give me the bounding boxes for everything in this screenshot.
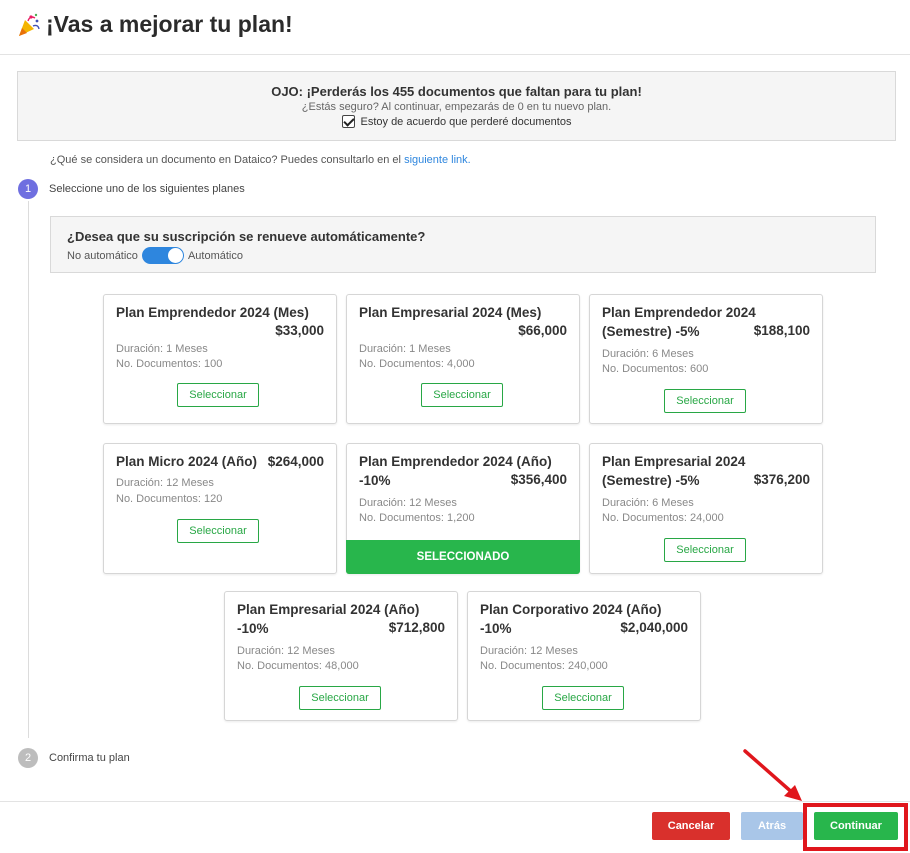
step-connector [28, 201, 29, 738]
plan-price: $33,000 [275, 323, 324, 338]
plan-documents: No. Documentos: 24,000 [602, 512, 724, 524]
party-popper-icon [19, 13, 40, 36]
documents-info: ¿Qué se considera un documento en Dataic… [50, 154, 471, 166]
plan-card-selected[interactable]: Plan Emprendedor 2024 (Año) -10% $356,40… [346, 443, 580, 574]
select-plan-button[interactable]: Seleccionar [421, 383, 503, 407]
plan-documents: No. Documentos: 120 [116, 493, 223, 505]
plan-card[interactable]: Plan Emprendedor 2024 (Semestre) -5% $18… [589, 294, 823, 424]
plan-documents: No. Documentos: 100 [116, 358, 223, 370]
cancel-button[interactable]: Cancelar [652, 812, 730, 840]
plan-price: $712,800 [388, 620, 445, 635]
select-plan-button[interactable]: Seleccionar [664, 389, 746, 413]
plan-name: Plan Emprendedor 2024 (Mes) [116, 305, 309, 320]
plan-price: $2,040,000 [620, 620, 688, 635]
plan-card[interactable]: Plan Empresarial 2024 (Semestre) -5% $37… [589, 443, 823, 574]
plan-price: $264,000 [267, 454, 324, 469]
step-1-label: Seleccione uno de los siguientes planes [49, 183, 245, 195]
plan-documents: No. Documentos: 4,000 [359, 358, 475, 370]
plan-duration: Duración: 12 Meses [359, 497, 457, 509]
plan-card[interactable]: Plan Corporativo 2024 (Año) -10% $2,040,… [467, 591, 701, 721]
plan-name-line-1: Plan Corporativo 2024 (Año) [480, 602, 662, 617]
auto-renew-toggle-row: No automático Automático [67, 247, 243, 264]
plan-card[interactable]: Plan Micro 2024 (Año) $264,000 Duración:… [103, 443, 337, 574]
plan-name-line-1: Plan Emprendedor 2024 (Año) [359, 454, 552, 469]
plan-duration: Duración: 12 Meses [237, 645, 335, 657]
plan-duration: Duración: 1 Meses [359, 343, 451, 355]
select-plan-button[interactable]: Seleccionar [664, 538, 746, 562]
agree-checkbox-row[interactable]: Estoy de acuerdo que perderé documentos [18, 115, 895, 128]
plan-name-line-2: (Semestre) -5% [602, 324, 700, 339]
plan-price: $376,200 [753, 472, 810, 487]
plan-price: $356,400 [510, 472, 567, 487]
plan-name-line-1: Plan Emprendedor 2024 [602, 305, 756, 320]
auto-renew-question: ¿Desea que su suscripción se renueve aut… [67, 229, 426, 244]
plan-name-line-2: -10% [359, 473, 391, 488]
plan-duration: Duración: 6 Meses [602, 497, 694, 509]
step-2-label: Confirma tu plan [49, 752, 130, 764]
plan-duration: Duración: 1 Meses [116, 343, 208, 355]
red-arrow-icon [743, 749, 802, 801]
plan-duration: Duración: 12 Meses [480, 645, 578, 657]
back-button[interactable]: Atrás [741, 812, 803, 840]
plan-name: Plan Micro 2024 (Año) [116, 454, 258, 469]
plan-card[interactable]: Plan Empresarial 2024 (Mes) $66,000 Dura… [346, 294, 580, 424]
select-plan-button[interactable]: Seleccionar [299, 686, 381, 710]
toggle-on-label: Automático [187, 249, 243, 262]
auto-renew-toggle[interactable] [141, 247, 184, 264]
plan-name: Plan Empresarial 2024 (Mes) [359, 305, 542, 320]
plan-documents: No. Documentos: 48,000 [237, 660, 359, 672]
plan-documents: No. Documentos: 240,000 [480, 660, 608, 672]
info-link[interactable]: siguiente link. [404, 154, 471, 166]
select-plan-button[interactable]: Seleccionar [177, 383, 259, 407]
warning-panel: OJO: ¡Perderás los 455 documentos que fa… [17, 71, 896, 141]
plan-name-line-2: -10% [480, 621, 512, 636]
select-plan-button[interactable]: Seleccionar [542, 686, 624, 710]
select-plan-button[interactable]: Seleccionar [177, 519, 259, 543]
warning-subtitle: ¿Estás seguro? Al continuar, empezarás d… [301, 101, 612, 113]
plan-documents: No. Documentos: 1,200 [359, 512, 475, 524]
plan-card[interactable]: Plan Empresarial 2024 (Año) -10% $712,80… [224, 591, 458, 721]
plan-card[interactable]: Plan Emprendedor 2024 (Mes) $33,000 Dura… [103, 294, 337, 424]
plan-name-line-2: (Semestre) -5% [602, 473, 700, 488]
auto-renew-panel: ¿Desea que su suscripción se renueve aut… [50, 216, 876, 273]
highlight-box [803, 803, 908, 851]
agree-checkbox[interactable] [341, 115, 355, 128]
plan-name-line-1: Plan Empresarial 2024 (Año) [237, 602, 420, 617]
plan-duration: Duración: 6 Meses [602, 348, 694, 360]
toggle-off-label: No automático [67, 249, 138, 262]
plan-documents: No. Documentos: 600 [602, 363, 709, 375]
agree-checkbox-label: Estoy de acuerdo que perderé documentos [360, 115, 572, 128]
documents-info-text: ¿Qué se considera un documento en Dataic… [50, 154, 405, 166]
plan-name-line-1: Plan Empresarial 2024 [602, 454, 746, 469]
warning-title: OJO: ¡Perderás los 455 documentos que fa… [271, 84, 642, 99]
plan-price: $66,000 [518, 323, 567, 338]
toggle-knob [167, 248, 183, 263]
plan-price: $188,100 [753, 323, 810, 338]
step-2-circle: 2 [18, 748, 38, 768]
modal-header: ¡Vas a mejorar tu plan! [0, 0, 910, 55]
selected-plan-bar[interactable]: SELECCIONADO [346, 540, 580, 574]
step-1-circle: 1 [18, 179, 38, 199]
modal-title: ¡Vas a mejorar tu plan! [46, 11, 293, 37]
plan-duration: Duración: 12 Meses [116, 477, 214, 489]
plan-name-line-2: -10% [237, 621, 269, 636]
